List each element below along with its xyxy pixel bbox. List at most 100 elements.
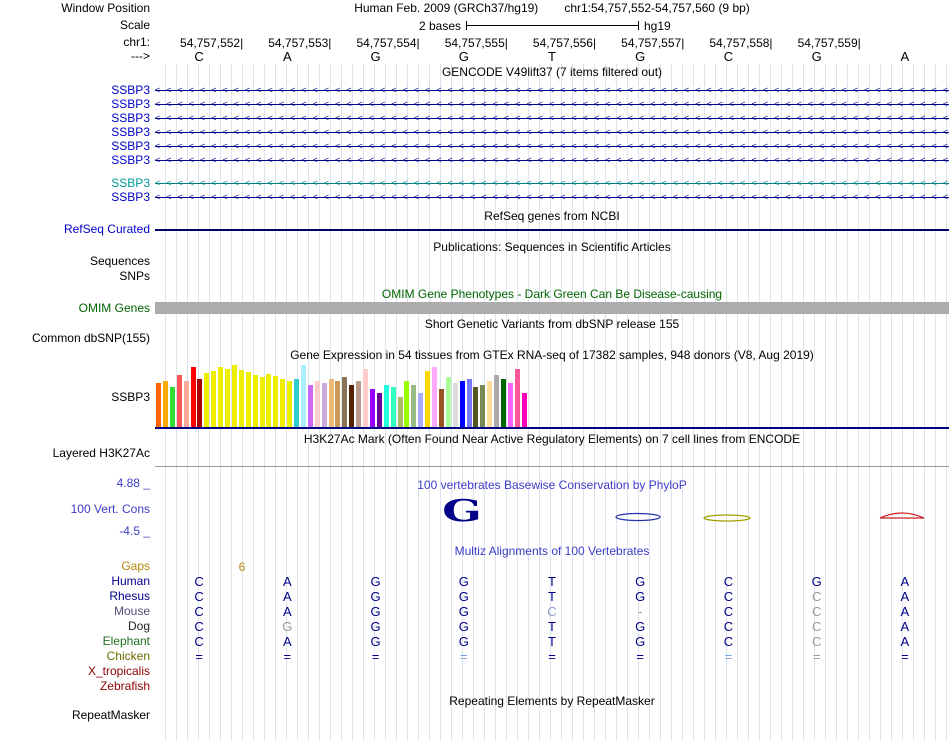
gtex-bar[interactable] bbox=[280, 379, 286, 427]
species-label[interactable]: Rhesus bbox=[0, 590, 150, 603]
species-label[interactable]: Mouse bbox=[0, 605, 150, 618]
gtex-bar[interactable] bbox=[211, 371, 217, 427]
gtex-bar[interactable] bbox=[418, 393, 424, 427]
gtex-bar[interactable] bbox=[397, 397, 403, 427]
gencode-transcript-label[interactable]: SSBP3 bbox=[0, 84, 150, 97]
gencode-transcript-line[interactable]: <<<<<<<<<<<<<<<<<<<<<<<<<<<<<<<<<<<<<<<<… bbox=[155, 126, 949, 139]
gtex-bar[interactable] bbox=[369, 389, 375, 427]
gtex-bar[interactable] bbox=[314, 381, 320, 427]
gtex-bar[interactable] bbox=[307, 385, 313, 427]
dbsnp-track-label[interactable]: Common dbSNP(155) bbox=[0, 332, 150, 345]
gtex-bar[interactable] bbox=[225, 369, 230, 427]
gtex-bar[interactable] bbox=[176, 375, 182, 427]
alignment-base: C bbox=[194, 589, 204, 604]
gencode-transcript-label[interactable]: SSBP3 bbox=[0, 177, 150, 190]
gtex-bar[interactable] bbox=[335, 381, 341, 427]
gtex-bar[interactable] bbox=[190, 367, 196, 427]
gtex-bar[interactable] bbox=[390, 387, 396, 427]
gtex-bar[interactable] bbox=[259, 377, 265, 427]
h3k27ac-track-label[interactable]: Layered H3K27Ac bbox=[0, 447, 150, 460]
conservation-plot[interactable]: G bbox=[155, 486, 949, 536]
gtex-gene-label[interactable]: SSBP3 bbox=[0, 391, 150, 404]
gtex-bar[interactable] bbox=[383, 385, 389, 427]
gtex-bar[interactable] bbox=[204, 373, 210, 427]
gtex-bar[interactable] bbox=[445, 377, 451, 427]
gtex-bar[interactable] bbox=[162, 381, 168, 427]
gtex-bar[interactable] bbox=[438, 389, 444, 427]
gtex-bar[interactable] bbox=[480, 385, 486, 427]
species-label[interactable]: Chicken bbox=[0, 650, 150, 663]
species-label[interactable]: Human bbox=[0, 575, 150, 588]
gencode-transcript-line[interactable]: <<<<<<<<<<<<<<<<<<<<<<<<<<<<<<<<<<<<<<<<… bbox=[155, 177, 949, 190]
gencode-transcript-label[interactable]: SSBP3 bbox=[0, 126, 150, 139]
gtex-bar[interactable] bbox=[287, 381, 293, 427]
refseq-curated-line[interactable] bbox=[155, 229, 949, 231]
gtex-bar[interactable] bbox=[245, 372, 251, 427]
species-label[interactable]: Elephant bbox=[0, 635, 150, 648]
gtex-bar[interactable] bbox=[349, 385, 355, 427]
gtex-bar[interactable] bbox=[356, 381, 362, 427]
ruler-position-label: 54,757,556| bbox=[532, 36, 597, 50]
gtex-bar[interactable] bbox=[266, 374, 272, 427]
conservation-track-label[interactable]: 100 Vert. Cons bbox=[0, 503, 150, 516]
dbsnp-header: Short Genetic Variants from dbSNP releas… bbox=[424, 317, 680, 331]
refseq-curated-label[interactable]: RefSeq Curated bbox=[0, 223, 150, 236]
omim-genes-bar[interactable] bbox=[155, 302, 949, 314]
gencode-transcript-label[interactable]: SSBP3 bbox=[0, 140, 150, 153]
alignment-base: A bbox=[282, 634, 292, 649]
species-label[interactable]: X_tropicalis bbox=[0, 665, 150, 678]
gtex-bar[interactable] bbox=[514, 369, 520, 427]
gtex-bar[interactable] bbox=[321, 383, 327, 427]
gtex-bar[interactable] bbox=[294, 379, 299, 427]
gtex-bar[interactable] bbox=[432, 367, 437, 427]
gtex-bar[interactable] bbox=[218, 367, 224, 427]
gtex-bar[interactable] bbox=[507, 383, 513, 427]
gencode-transcript-label[interactable]: SSBP3 bbox=[0, 112, 150, 125]
alignment-base: = bbox=[548, 649, 556, 664]
gtex-bar[interactable] bbox=[466, 379, 472, 427]
gtex-bar[interactable] bbox=[487, 381, 493, 427]
gtex-bar[interactable] bbox=[342, 377, 348, 427]
gtex-bar[interactable] bbox=[183, 381, 189, 427]
gtex-bar[interactable] bbox=[252, 375, 258, 427]
gtex-bar[interactable] bbox=[494, 375, 500, 427]
gtex-bar[interactable] bbox=[238, 370, 244, 427]
sequences-track-label[interactable]: Sequences bbox=[0, 255, 150, 268]
gencode-transcript-line[interactable]: <<<<<<<<<<<<<<<<<<<<<<<<<<<<<<<<<<<<<<<<… bbox=[155, 154, 949, 167]
gaps-label[interactable]: Gaps bbox=[0, 560, 150, 573]
gencode-transcript-line[interactable]: <<<<<<<<<<<<<<<<<<<<<<<<<<<<<<<<<<<<<<<<… bbox=[155, 112, 949, 125]
gtex-bar[interactable] bbox=[521, 393, 527, 427]
gtex-bar[interactable] bbox=[459, 381, 465, 427]
gencode-transcript-line[interactable]: <<<<<<<<<<<<<<<<<<<<<<<<<<<<<<<<<<<<<<<<… bbox=[155, 191, 949, 204]
omim-genes-label[interactable]: OMIM Genes bbox=[0, 302, 150, 315]
gtex-bar[interactable] bbox=[363, 369, 368, 427]
gtex-bar[interactable] bbox=[411, 385, 417, 427]
gtex-bar[interactable] bbox=[473, 387, 479, 427]
gtex-bar[interactable] bbox=[328, 379, 334, 427]
gtex-bar[interactable] bbox=[425, 371, 431, 427]
snps-track-label[interactable]: SNPs bbox=[0, 270, 150, 283]
gtex-bar[interactable] bbox=[156, 383, 161, 427]
species-label[interactable]: Dog bbox=[0, 620, 150, 633]
gencode-transcript-line[interactable]: <<<<<<<<<<<<<<<<<<<<<<<<<<<<<<<<<<<<<<<<… bbox=[155, 84, 949, 97]
gencode-transcript-label[interactable]: SSBP3 bbox=[0, 154, 150, 167]
gtex-bar[interactable] bbox=[376, 393, 382, 427]
gtex-bar[interactable] bbox=[300, 365, 306, 427]
strand-arrow-label[interactable]: ---> bbox=[0, 50, 150, 63]
gtex-bar[interactable] bbox=[452, 383, 458, 427]
gtex-bar[interactable] bbox=[231, 365, 237, 427]
gtex-bar[interactable] bbox=[273, 376, 279, 427]
gencode-transcript-line[interactable]: <<<<<<<<<<<<<<<<<<<<<<<<<<<<<<<<<<<<<<<<… bbox=[155, 140, 949, 153]
gtex-bar-chart[interactable] bbox=[156, 364, 532, 427]
gencode-transcript-line[interactable]: <<<<<<<<<<<<<<<<<<<<<<<<<<<<<<<<<<<<<<<<… bbox=[155, 98, 949, 111]
gtex-bar[interactable] bbox=[169, 387, 175, 427]
gencode-transcript-label[interactable]: SSBP3 bbox=[0, 191, 150, 204]
gencode-transcript-label[interactable]: SSBP3 bbox=[0, 98, 150, 111]
repeatmasker-track-label[interactable]: RepeatMasker bbox=[0, 709, 150, 722]
alignment-base: C bbox=[194, 604, 204, 619]
gtex-bar[interactable] bbox=[501, 379, 506, 427]
species-label[interactable]: Zebrafish bbox=[0, 680, 150, 693]
alignment-base: = bbox=[283, 649, 292, 664]
gtex-bar[interactable] bbox=[404, 381, 410, 427]
gtex-bar[interactable] bbox=[197, 379, 203, 427]
